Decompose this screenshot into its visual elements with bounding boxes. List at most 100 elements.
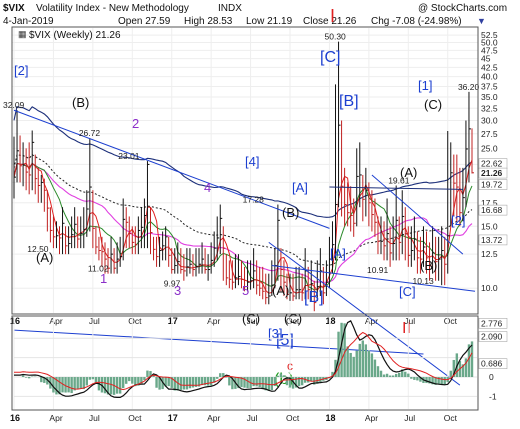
histogram-bar xyxy=(188,377,192,389)
dropdown-icon[interactable]: ▼ xyxy=(477,16,486,26)
x-tick-label-lower: Oct xyxy=(286,413,300,423)
histogram-bar xyxy=(346,346,349,378)
y-tick-label: 15.0 xyxy=(481,221,498,231)
histogram-bar xyxy=(121,377,125,389)
histogram-bar xyxy=(376,366,380,378)
change-value: Chg -7.08 (-24.98%) xyxy=(371,16,462,27)
copyright: @ StockCharts.com xyxy=(418,3,507,14)
wave-label: (B) xyxy=(420,258,437,273)
x-tick-label: 17 xyxy=(168,316,178,326)
histogram-bar xyxy=(443,377,446,385)
histogram-bar xyxy=(407,373,410,378)
y-tick-label: 30.0 xyxy=(481,116,498,126)
wave-label: 4 xyxy=(204,180,211,195)
histogram-bar xyxy=(349,352,352,378)
exchange: INDX xyxy=(218,3,242,14)
price-label: 16.68 xyxy=(481,205,503,215)
wave-label: [A] xyxy=(292,180,308,195)
price-point-label: 50.30 xyxy=(325,32,347,42)
wave-label: [1] xyxy=(418,78,432,93)
legend-label: $VIX (Weekly) 21.26 xyxy=(29,30,121,41)
legend-icon: ▦ xyxy=(18,29,27,39)
wave-label: [2] xyxy=(451,213,465,228)
wave-label: (C) xyxy=(284,311,302,326)
histogram-bar xyxy=(385,373,389,378)
x-tick-label-lower: Oct xyxy=(444,413,458,423)
y-tick-label: 25.0 xyxy=(481,143,498,153)
histogram-bar xyxy=(70,377,73,394)
x-tick-label-lower: Apr xyxy=(207,413,220,423)
wave-label: 2 xyxy=(132,116,139,131)
symbol: $VIX xyxy=(3,3,25,14)
histogram-bar xyxy=(109,377,113,395)
histogram-bar xyxy=(40,377,43,383)
histogram-bar xyxy=(391,375,395,378)
x-tick-label-lower: 17 xyxy=(168,413,178,423)
wave-label: (A) xyxy=(36,250,53,265)
histogram-bar xyxy=(261,377,264,390)
price-point-label: 26.72 xyxy=(79,128,101,138)
histogram-bar xyxy=(131,377,134,384)
histogram-bar xyxy=(206,377,210,386)
wave-label: II xyxy=(402,320,411,337)
indicator-label: 2.090 xyxy=(481,332,503,342)
high-value: High 28.53 xyxy=(184,16,233,27)
histogram-bar xyxy=(367,350,371,378)
histogram-bar xyxy=(118,377,122,394)
histogram-bar xyxy=(470,341,474,378)
histogram-bar xyxy=(88,377,92,380)
histogram-bar xyxy=(279,373,283,378)
x-tick-label: Apr xyxy=(207,316,220,326)
histogram-bar xyxy=(361,340,365,378)
histogram-bar xyxy=(449,370,452,378)
x-tick-label: 18 xyxy=(325,316,335,326)
histogram-bar xyxy=(173,377,176,391)
price-point-label: 10.91 xyxy=(367,265,389,275)
histogram-bar xyxy=(27,377,31,379)
x-tick-label-lower: 18 xyxy=(325,413,335,423)
open-value: Open 27.59 xyxy=(118,16,171,27)
histogram-bar xyxy=(167,377,170,387)
wave-label: 3 xyxy=(174,283,181,298)
histogram-bar xyxy=(185,377,189,390)
y-tick-label: 10.0 xyxy=(481,283,498,293)
wave-label: 1 xyxy=(100,271,107,286)
x-tick-label: Oct xyxy=(128,316,142,326)
x-tick-label: Jul xyxy=(89,316,100,326)
wave-label: (A) xyxy=(272,283,289,298)
x-tick-label-lower: Jul xyxy=(89,413,100,423)
low-value: Low 21.19 xyxy=(246,16,293,27)
y-tick-label: 52.5 xyxy=(481,30,498,40)
x-tick-label-lower: Apr xyxy=(365,413,378,423)
wave-label: [C] xyxy=(399,284,416,299)
price-point-label: 23.01 xyxy=(118,151,140,161)
index-name: Volatility Index - New Methodology xyxy=(36,3,189,14)
histogram-bar xyxy=(115,377,119,394)
wave-label: I xyxy=(330,6,335,26)
histogram-bar xyxy=(270,377,274,391)
histogram-bar xyxy=(246,377,249,389)
vix-chart: $VIX Volatility Index - New Methodology … xyxy=(0,0,520,429)
price-point-label: 32.09 xyxy=(3,100,25,110)
histogram-bar xyxy=(379,370,383,378)
histogram-bar xyxy=(373,359,377,378)
histogram-bar xyxy=(182,377,186,390)
y-tick-label: 32.5 xyxy=(481,103,498,113)
x-tick-label: Apr xyxy=(365,316,378,326)
histogram-bar xyxy=(79,377,82,389)
histogram-bar xyxy=(358,343,361,378)
histogram-bar xyxy=(228,377,231,386)
histogram-bar xyxy=(255,377,258,387)
x-tick-label-lower: Jul xyxy=(247,413,258,423)
chart-root: $VIX Volatility Index - New Methodology … xyxy=(0,0,520,429)
histogram-bar xyxy=(155,377,158,388)
wave-label: [5] xyxy=(276,332,294,349)
price-label: 13.72 xyxy=(481,235,503,245)
histogram-bar xyxy=(179,377,183,390)
histogram-bar xyxy=(85,377,88,386)
histogram-bar xyxy=(216,377,219,379)
price-label: 21.26 xyxy=(481,168,503,178)
histogram-bar xyxy=(146,370,149,378)
y-tick-label: 35.0 xyxy=(481,92,498,102)
indicator-label: -1 xyxy=(489,391,497,401)
